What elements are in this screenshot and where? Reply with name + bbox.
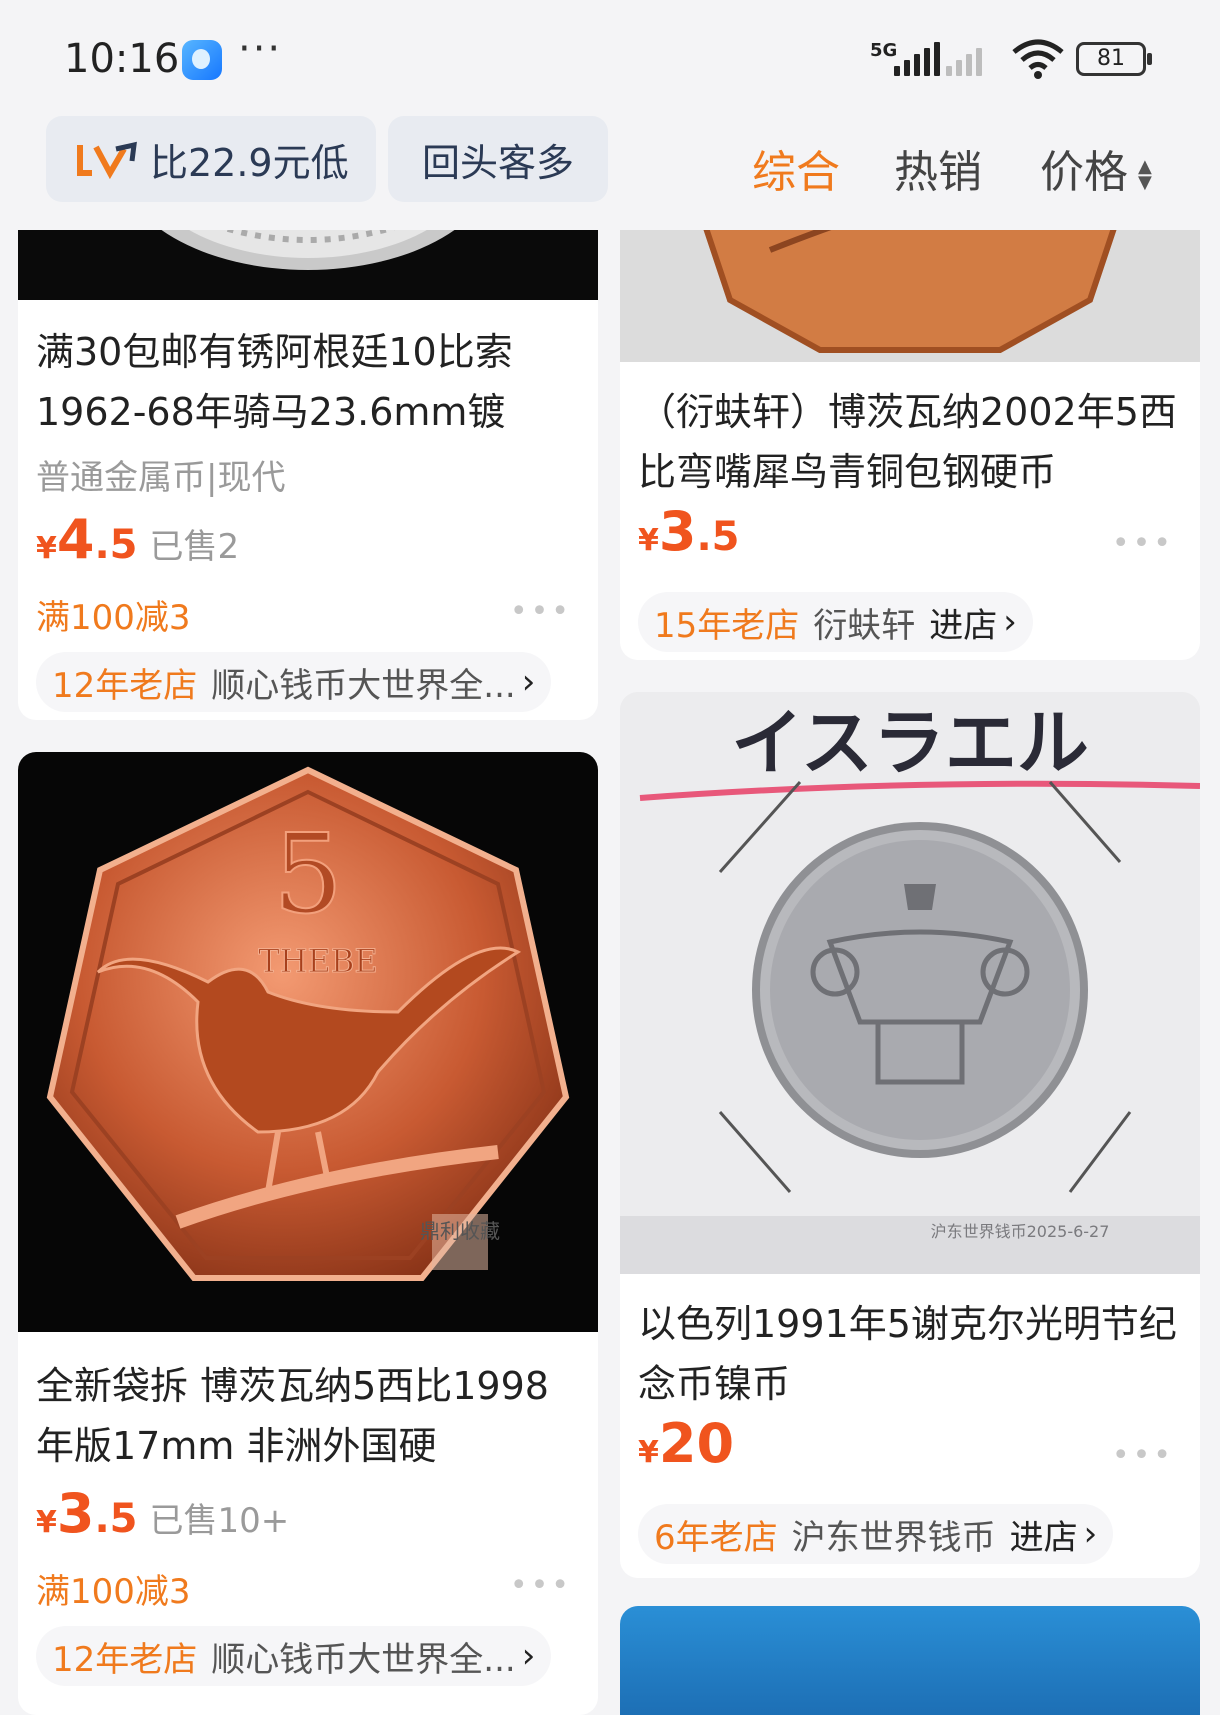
sort-tab-price-label: 价格 [1040,147,1128,198]
shop-name: 顺心钱币大世界全... [211,1639,516,1680]
shop-name: 沪东世界钱币 [791,1517,996,1558]
more-notifications-icon: ··· [238,26,283,72]
promo-tag: 满100减3 [36,1572,191,1612]
sort-tab-price[interactable]: 价格 ▲ ▼ [1040,136,1152,200]
product-image[interactable]: イスラエル 沪东世界钱币2025-6-27 [620,692,1200,1274]
product-title[interactable]: 以色列1991年5谢克尔光明节纪念币镍币 [638,1294,1182,1414]
more-options-icon[interactable]: ••• [1112,1438,1174,1473]
product-price: ¥4.5 已售2 [36,508,240,571]
product-attributes: 普通金属币|现代 [36,458,286,498]
signal-icon [894,40,940,76]
image-label: イスラエル [731,701,1089,785]
sold-count: 已售10+ [149,1501,290,1541]
product-price: ¥3.5 已售10+ [36,1482,290,1545]
product-price: ¥3.5 [638,500,740,563]
chevron-right-icon: › [521,1636,536,1676]
shop-age-badge: 6年老店 [654,1517,778,1558]
coin-label: THEBE [258,942,377,980]
israel-shekel-coin-image: イスラエル 沪东世界钱币2025-6-27 [620,692,1200,1274]
more-options-icon[interactable]: ••• [510,594,572,629]
sort-tab-overall[interactable]: 综合 [752,136,840,200]
chevron-right-icon: › [1003,602,1017,642]
sort-arrows-icon: ▲ ▼ [1138,156,1152,193]
image-watermark: 沪东世界钱币2025-6-27 [931,1222,1110,1241]
filter-bar: 比22.9元低 回头客多 综合 热销 价格 ▲ ▼ [0,112,1220,230]
shop-name: 衍蚨轩 [813,605,916,646]
product-title[interactable]: （衍蚨轩）博茨瓦纳2002年5西比弯嘴犀鸟青铜包钢硬币 [638,382,1182,502]
product-image[interactable]: 5 THEBE 鼎利收藏 [18,752,598,1332]
app-notification-icon [182,40,222,80]
clock: 10:16 [64,36,180,82]
image-watermark: 鼎利收藏 [420,1219,500,1243]
repeat-customers-label: 回头客多 [421,140,574,185]
more-options-icon[interactable]: ••• [1112,526,1174,561]
product-title[interactable]: 全新袋拆 博茨瓦纳5西比1998年版17mm 非洲外国硬 [36,1356,580,1476]
shop-age-badge: 12年老店 [52,665,198,706]
shop-age-badge: 12年老店 [52,1639,198,1680]
product-card[interactable]: イスラエル 沪东世界钱币2025-6-27 以色列1991年5谢克尔光明节纪念币… [620,692,1200,1578]
product-image[interactable] [620,1606,1200,1715]
battery-icon: 81 [1076,42,1152,76]
product-card[interactable]: 5 THEBE 鼎利收藏 全新袋拆 博茨瓦纳5西比1998年版17mm 非洲外国… [18,752,598,1715]
signal-sim2-icon [946,40,982,76]
shop-link[interactable]: 12年老店 顺心钱币大世界全... › [36,1626,552,1686]
shop-link[interactable]: 12年老店 顺心钱币大世界全... › [36,652,552,712]
product-title[interactable]: 满30包邮有锈阿根廷10比索1962-68年骑马23.6mm镀 [36,322,580,442]
chevron-right-icon: › [521,662,536,702]
enter-shop-label: 进店 [929,605,998,646]
shop-link[interactable]: 6年老店 沪东世界钱币 进店 › [638,1504,1114,1564]
price-drop-icon [77,141,137,179]
price-lower-label: 比22.9元低 [150,140,349,185]
wifi-icon [1012,39,1064,79]
product-card[interactable]: 满30包邮有锈阿根廷10比索1962-68年骑马23.6mm镀 普通金属币|现代… [18,150,598,720]
status-bar: 10:16 ··· 5G 81 [0,0,1220,112]
product-price: ¥20 [638,1412,735,1475]
product-card[interactable] [620,1606,1200,1715]
botswana-thebe-coin-image: 5 THEBE 鼎利收藏 [46,766,570,1281]
enter-shop-label: 进店 [1009,1517,1078,1558]
shop-name: 顺心钱币大世界全... [211,665,516,706]
chevron-right-icon: › [1083,1514,1098,1554]
promo-tag: 满100减3 [36,598,191,638]
sold-count: 已售2 [149,527,240,567]
more-options-icon[interactable]: ••• [510,1568,572,1603]
price-lower-filter[interactable]: 比22.9元低 [46,116,376,202]
shop-age-badge: 15年老店 [654,605,800,646]
repeat-customers-filter[interactable]: 回头客多 [388,116,608,202]
shop-link[interactable]: 15年老店 衍蚨轩 进店 › [638,592,1033,652]
sort-tab-hot[interactable]: 热销 [894,136,982,200]
coin-denomination: 5 [273,810,343,938]
